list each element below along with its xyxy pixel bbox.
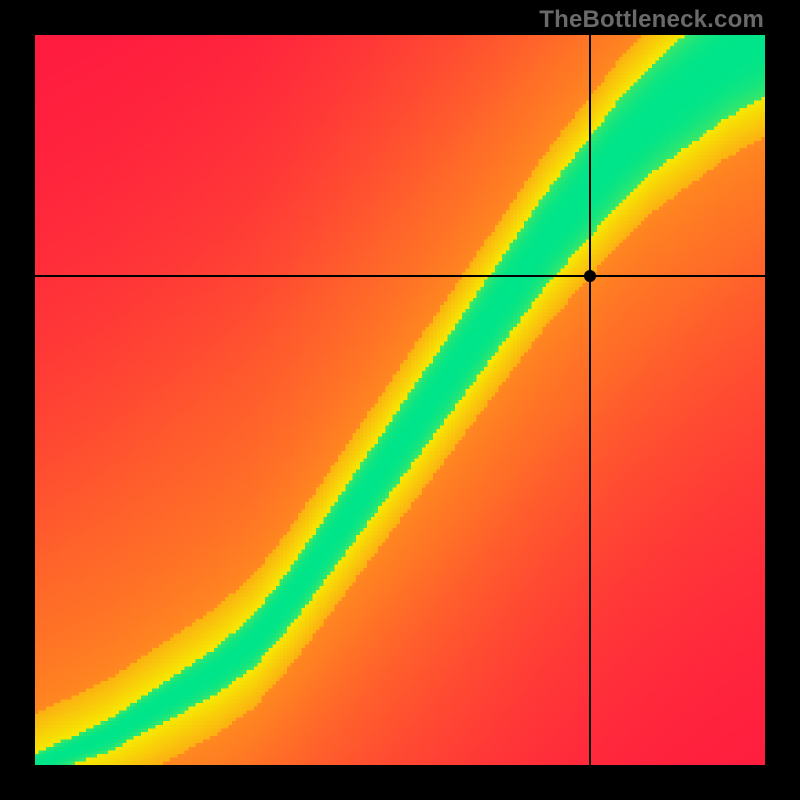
chart-container: TheBottleneck.com <box>0 0 800 800</box>
attribution-label: TheBottleneck.com <box>539 6 764 34</box>
heatmap-canvas <box>35 35 765 765</box>
crosshair-vertical <box>589 35 591 765</box>
selected-point-marker <box>584 270 596 282</box>
crosshair-horizontal <box>35 275 765 277</box>
plot-area <box>35 35 765 765</box>
